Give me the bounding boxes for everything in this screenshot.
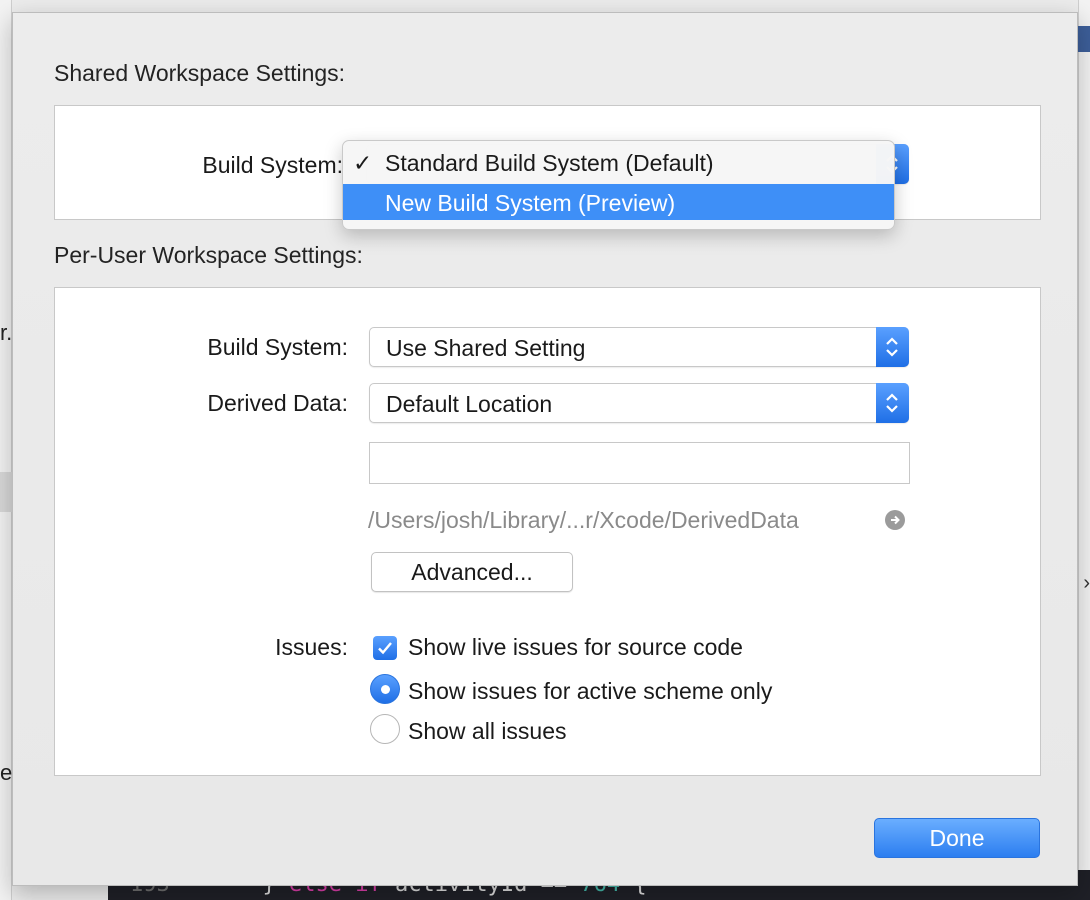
background-left-selection xyxy=(0,472,12,512)
checkmark-icon xyxy=(378,642,392,655)
done-button[interactable]: Done xyxy=(874,818,1040,858)
active-scheme-only-label: Show issues for active scheme only xyxy=(408,678,773,704)
menu-item-new-build-system[interactable]: New Build System (Preview) xyxy=(343,184,894,220)
build-system-menu[interactable]: ✓ Standard Build System (Default) New Bu… xyxy=(342,140,895,230)
derived-data-label: Derived Data: xyxy=(207,390,348,416)
active-scheme-only-radio[interactable] xyxy=(370,674,400,704)
background-chevron-icon: › xyxy=(1083,572,1090,594)
per-user-build-system-value: Use Shared Setting xyxy=(386,335,586,361)
shared-settings-title: Shared Workspace Settings: xyxy=(54,60,346,86)
background-right-panel xyxy=(1078,0,1090,900)
derived-data-popup[interactable]: Default Location xyxy=(369,383,909,423)
background-right-tag xyxy=(1078,26,1090,52)
custom-derived-data-field[interactable] xyxy=(369,442,910,484)
per-user-build-system-stepper[interactable] xyxy=(876,327,909,367)
derived-data-value: Default Location xyxy=(386,391,553,417)
all-issues-radio[interactable] xyxy=(370,714,400,744)
menu-checkmark-icon: ✓ xyxy=(353,150,373,176)
show-live-issues-label: Show live issues for source code xyxy=(408,634,743,660)
menu-item-standard-build-system[interactable]: ✓ Standard Build System (Default) xyxy=(343,144,894,180)
radio-dot xyxy=(381,685,390,694)
workspace-settings-sheet: Shared Workspace Settings: Build System:… xyxy=(12,12,1078,886)
advanced-button[interactable]: Advanced... xyxy=(371,552,573,592)
menu-item-label: New Build System (Preview) xyxy=(385,190,676,216)
derived-data-stepper[interactable] xyxy=(876,383,909,423)
chevron-up-down-icon xyxy=(886,393,898,413)
all-issues-label: Show all issues xyxy=(408,718,567,744)
background-left-text-1: r. xyxy=(0,320,13,345)
per-user-build-system-popup[interactable]: Use Shared Setting xyxy=(369,327,909,367)
shared-build-system-label: Build System: xyxy=(202,152,343,178)
chevron-up-down-icon xyxy=(886,337,898,357)
per-user-build-system-label: Build System: xyxy=(207,334,348,360)
derived-data-path: /Users/josh/Library/...r/Xcode/DerivedDa… xyxy=(368,507,799,533)
show-live-issues-checkbox[interactable] xyxy=(373,636,397,660)
menu-item-label: Standard Build System (Default) xyxy=(385,150,714,176)
issues-label: Issues: xyxy=(275,634,348,660)
per-user-settings-box: Build System: Use Shared Setting Derived… xyxy=(54,287,1041,776)
per-user-settings-title: Per-User Workspace Settings: xyxy=(54,242,363,268)
reveal-in-finder-arrow-icon[interactable] xyxy=(885,510,905,530)
